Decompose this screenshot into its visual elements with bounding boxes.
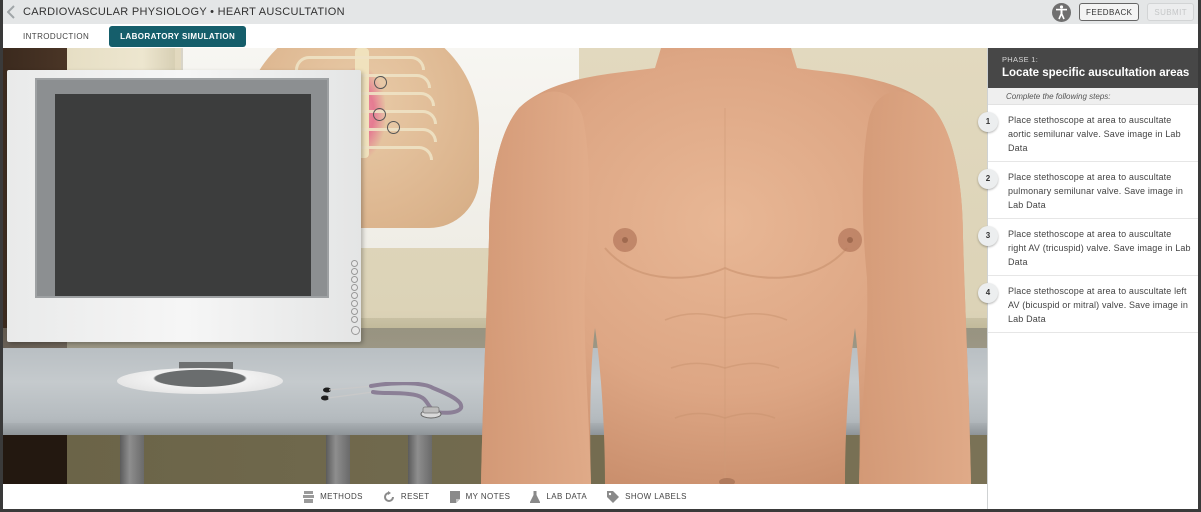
bottom-toolbar: METHODS RESET MY NOTES LAB DATA SHOW LAB… — [3, 484, 987, 509]
feedback-button[interactable]: FEEDBACK — [1079, 3, 1140, 21]
tab-bar: INTRODUCTION LABORATORY SIMULATION — [3, 24, 1198, 48]
step-item: 3 Place stethoscope at area to auscultat… — [978, 219, 1198, 276]
simulation-scene — [3, 48, 987, 484]
monitor-button[interactable] — [351, 300, 358, 307]
instructions-panel: PHASE 1: Locate specific auscultation ar… — [978, 48, 1198, 509]
monitor-buttons — [351, 260, 360, 335]
back-button[interactable] — [3, 0, 19, 24]
phase-header: PHASE 1: Locate specific auscultation ar… — [988, 48, 1198, 88]
step-text: Place stethoscope at area to auscultate … — [1008, 172, 1184, 210]
page-title: CARDIOVASCULAR PHYSIOLOGY • HEART AUSCUL… — [23, 6, 345, 18]
lab-data-label: LAB DATA — [546, 492, 588, 501]
submit-button[interactable]: SUBMIT — [1147, 3, 1194, 21]
counter-leg — [120, 435, 144, 484]
step-text: Place stethoscope at area to auscultate … — [1008, 115, 1181, 153]
reset-label: RESET — [400, 492, 430, 501]
monitor-bezel — [35, 78, 329, 298]
reset-button[interactable]: RESET — [383, 490, 430, 503]
monitor-button[interactable] — [351, 276, 358, 283]
phase-title: Locate specific auscultation areas — [1002, 67, 1190, 79]
tab-introduction[interactable]: INTRODUCTION — [15, 27, 97, 46]
show-labels-button[interactable]: SHOW LABELS — [607, 490, 687, 503]
show-labels-label: SHOW LABELS — [625, 492, 687, 501]
step-number: 3 — [978, 226, 998, 246]
monitor-button[interactable] — [351, 260, 358, 267]
counter-leg — [408, 435, 432, 484]
monitor-power-button[interactable] — [351, 326, 360, 335]
phase-label: PHASE 1: — [1002, 55, 1039, 64]
monitor-button[interactable] — [351, 308, 358, 315]
auscultation-marker-tricuspid[interactable] — [373, 108, 386, 121]
auscultation-marker-mitral[interactable] — [387, 121, 400, 134]
step-item: 1 Place stethoscope at area to auscultat… — [978, 105, 1198, 162]
step-number: 1 — [978, 112, 998, 132]
monitor[interactable] — [7, 70, 361, 342]
monitor-button[interactable] — [351, 292, 358, 299]
my-notes-label: MY NOTES — [465, 492, 511, 501]
reset-icon — [383, 490, 394, 502]
stethoscope-icon — [321, 382, 464, 419]
stethoscope[interactable] — [313, 382, 473, 422]
monitor-button[interactable] — [351, 284, 358, 291]
accessibility-icon — [1056, 4, 1068, 19]
tab-laboratory-simulation[interactable]: LABORATORY SIMULATION — [109, 25, 247, 47]
tag-icon — [607, 490, 620, 503]
methods-icon — [303, 490, 315, 503]
my-notes-button[interactable]: MY NOTES — [449, 490, 511, 503]
header-actions: FEEDBACK SUBMIT — [1052, 0, 1198, 24]
steps-intro: Complete the following steps: — [988, 88, 1198, 105]
accessibility-button[interactable] — [1052, 2, 1072, 22]
counter-leg — [326, 435, 350, 484]
step-number: 2 — [978, 169, 998, 189]
step-item: 4 Place stethoscope at area to auscultat… — [978, 276, 1198, 333]
app-frame: CARDIOVASCULAR PHYSIOLOGY • HEART AUSCUL… — [3, 0, 1198, 509]
monitor-screen[interactable] — [55, 94, 311, 296]
methods-label: METHODS — [320, 492, 363, 501]
torso-illustration — [481, 48, 971, 484]
notes-icon — [449, 490, 460, 503]
methods-button[interactable]: METHODS — [303, 490, 363, 503]
step-item: 2 Place stethoscope at area to auscultat… — [978, 162, 1198, 219]
step-text: Place stethoscope at area to auscultate … — [1008, 286, 1188, 324]
title-bar: CARDIOVASCULAR PHYSIOLOGY • HEART AUSCUL… — [3, 0, 1198, 24]
step-number: 4 — [978, 283, 998, 303]
monitor-stand-base — [117, 368, 283, 394]
flask-icon — [530, 490, 541, 503]
step-text: Place stethoscope at area to auscultate … — [1008, 229, 1191, 267]
patient-torso[interactable] — [479, 48, 975, 484]
poster-rib — [295, 56, 425, 70]
auscultation-marker-pulmonic[interactable] — [374, 76, 387, 89]
chevron-left-icon — [7, 5, 15, 19]
monitor-button[interactable] — [351, 316, 358, 323]
lab-data-button[interactable]: LAB DATA — [530, 490, 588, 503]
monitor-button[interactable] — [351, 268, 358, 275]
